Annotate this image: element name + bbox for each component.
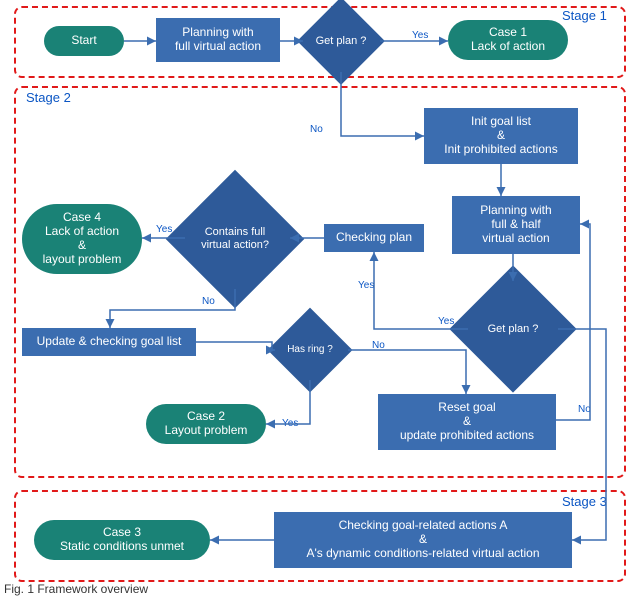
edge-yes-1: Yes <box>412 30 428 41</box>
edge-yes-5: Yes <box>358 280 374 291</box>
case-3-node: Case 3 Static conditions unmet <box>34 520 210 560</box>
update-goal-node: Update & checking goal list <box>22 328 196 356</box>
edge-yes-3: Yes <box>282 418 298 429</box>
edge-no-1: No <box>310 124 323 135</box>
stage-1-label: Stage 1 <box>562 8 607 23</box>
plan-full-node: Planning with full virtual action <box>156 18 280 62</box>
has-ring-decision: Has ring ? <box>280 320 340 380</box>
get-plan-2-decision: Get plan ? <box>468 284 558 374</box>
figure-caption: Fig. 1 Framework overview <box>4 582 148 596</box>
stage-3-label: Stage 3 <box>562 494 607 509</box>
edge-no-3: No <box>372 340 385 351</box>
check-goal-related-node: Checking goal-related actions A & A's dy… <box>274 512 572 568</box>
stage-2-label: Stage 2 <box>26 90 71 105</box>
case-1-node: Case 1 Lack of action <box>448 20 568 60</box>
init-goal-node: Init goal list & Init prohibited actions <box>424 108 578 164</box>
reset-goal-node: Reset goal & update prohibited actions <box>378 394 556 450</box>
case-2-node: Case 2 Layout problem <box>146 404 266 444</box>
contains-full-text: Contains full virtual action? <box>186 226 284 251</box>
get-plan-1-decision: Get plan ? <box>310 10 372 72</box>
start-node: Start <box>44 26 124 56</box>
plan-full-half-node: Planning with full & half virtual action <box>452 196 580 254</box>
contains-full-decision: Contains full virtual action? <box>186 190 284 288</box>
edge-yes-2: Yes <box>156 224 172 235</box>
edge-no-2: No <box>202 296 215 307</box>
has-ring-text: Has ring ? <box>280 344 340 356</box>
get-plan-1-text: Get plan ? <box>310 35 372 48</box>
edge-no-4: No <box>578 404 591 415</box>
case-4-node: Case 4 Lack of action & layout problem <box>22 204 142 274</box>
get-plan-2-text: Get plan ? <box>468 323 558 336</box>
checking-plan-node: Checking plan <box>324 224 424 252</box>
edge-yes-4: Yes <box>438 316 454 327</box>
